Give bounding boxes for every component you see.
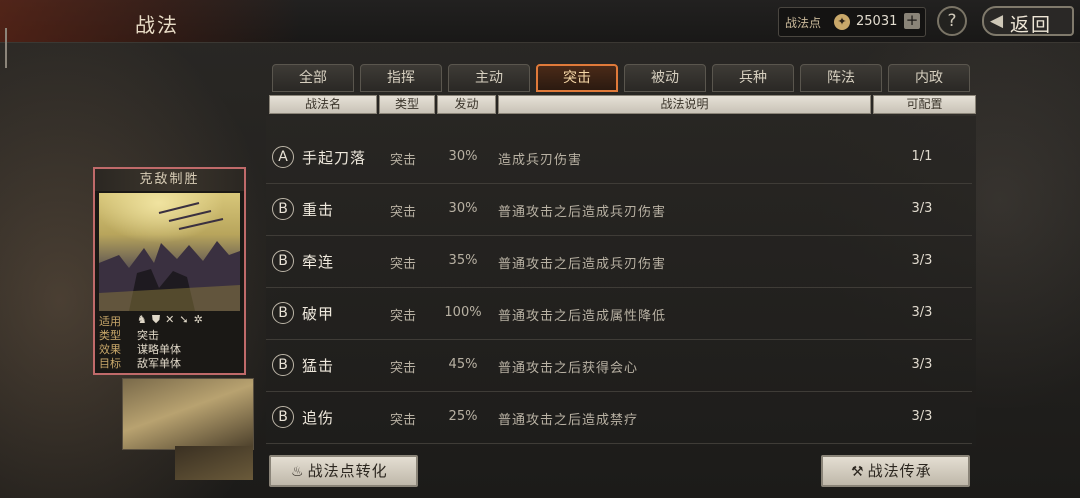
table-row[interactable]: B 追伤 突击 25% 普通攻击之后造成禁疗 3/3 bbox=[266, 393, 972, 444]
tab-active[interactable]: 主动 bbox=[448, 64, 530, 92]
column-header-trigger[interactable]: 发动 bbox=[437, 95, 496, 114]
skill-rate: 25% bbox=[448, 409, 478, 424]
card-stack-back-lower bbox=[175, 446, 253, 480]
tactic-points-label: 战法点 bbox=[785, 16, 822, 30]
side-scroll-indicator bbox=[5, 28, 7, 68]
skill-configurable: 3/3 bbox=[911, 201, 933, 216]
skill-description: 造成兵刃伤害 bbox=[498, 153, 583, 168]
skill-card-title: 克敌制胜 bbox=[95, 169, 244, 191]
spear-icon: ➘ bbox=[179, 313, 194, 326]
table-row[interactable]: B 猛击 突击 45% 普通攻击之后获得会心 3/3 bbox=[266, 341, 972, 392]
column-header-type[interactable]: 类型 bbox=[379, 95, 435, 114]
tactic-point-icon: ✦ bbox=[834, 14, 850, 30]
skill-rate: 30% bbox=[448, 149, 478, 164]
grade-badge: B bbox=[272, 198, 294, 220]
skill-type: 突击 bbox=[390, 361, 417, 376]
skill-name: 追伤 bbox=[302, 409, 335, 427]
skill-description: 普通攻击之后造成兵刃伤害 bbox=[498, 257, 667, 272]
skill-card-stats: 适用 ♞⛊✕➘✲ 类型 突击 效果 谋略单体 目标 敌军单体 bbox=[99, 313, 240, 371]
skill-rate: 35% bbox=[448, 253, 478, 268]
stat-row-type: 类型 突击 bbox=[99, 327, 240, 342]
skill-description: 普通攻击之后造成属性降低 bbox=[498, 309, 667, 324]
tactic-points-box: 战法点 ✦ 25031 + bbox=[778, 7, 926, 37]
skill-name: 破甲 bbox=[302, 305, 335, 323]
shield-icon: ⛊ bbox=[151, 313, 166, 326]
table-row[interactable]: B 重击 突击 30% 普通攻击之后造成兵刃伤害 3/3 bbox=[266, 185, 972, 236]
column-header-name[interactable]: 战法名 bbox=[269, 95, 377, 114]
skill-name: 手起刀落 bbox=[302, 149, 367, 167]
skill-type: 突击 bbox=[390, 257, 417, 272]
tab-formation[interactable]: 阵法 bbox=[800, 64, 882, 92]
convert-points-button[interactable]: ♨ 战法点转化 bbox=[269, 455, 418, 487]
tactic-points-value: 25031 bbox=[856, 14, 898, 29]
skill-configurable: 3/3 bbox=[911, 409, 933, 424]
skill-type: 突击 bbox=[390, 413, 417, 428]
tab-command[interactable]: 指挥 bbox=[360, 64, 442, 92]
grade-badge: B bbox=[272, 354, 294, 376]
tab-troop[interactable]: 兵种 bbox=[712, 64, 794, 92]
skill-name: 重击 bbox=[302, 201, 335, 219]
skill-card[interactable]: 克敌制胜 适用 ♞⛊✕➘✲ 类型 突击 效果 谋略单体 目标 敌军单体 bbox=[93, 167, 246, 375]
table-row[interactable]: A 手起刀落 突击 30% 造成兵刃伤害 1/1 bbox=[266, 133, 972, 184]
skill-name: 猛击 bbox=[302, 357, 335, 375]
stat-value: 敌军单体 bbox=[137, 357, 181, 370]
cavalry-icon: ♞ bbox=[137, 313, 152, 326]
skill-rate: 45% bbox=[448, 357, 478, 372]
skill-rate: 100% bbox=[444, 305, 482, 320]
skill-type: 突击 bbox=[390, 205, 417, 220]
skill-configurable: 3/3 bbox=[911, 253, 933, 268]
tab-all[interactable]: 全部 bbox=[272, 64, 354, 92]
skill-configurable: 3/3 bbox=[911, 357, 933, 372]
convert-points-label: 战法点转化 bbox=[307, 462, 388, 480]
back-button[interactable]: ◀ 返回 bbox=[982, 6, 1074, 36]
column-header-description[interactable]: 战法说明 bbox=[498, 95, 871, 114]
skill-description: 普通攻击之后获得会心 bbox=[498, 361, 639, 376]
tab-internal[interactable]: 内政 bbox=[888, 64, 970, 92]
skill-description: 普通攻击之后造成禁疗 bbox=[498, 413, 639, 428]
table-row[interactable]: B 牵连 突击 35% 普通攻击之后造成兵刃伤害 3/3 bbox=[266, 237, 972, 288]
bow-icon: ✕ bbox=[165, 313, 180, 326]
skill-rate: 30% bbox=[448, 201, 478, 216]
siege-icon: ✲ bbox=[193, 313, 208, 326]
hammer-icon: ⚒ bbox=[851, 464, 865, 480]
grade-badge: B bbox=[272, 302, 294, 324]
grade-badge: B bbox=[272, 250, 294, 272]
stat-row-target: 目标 敌军单体 bbox=[99, 355, 240, 370]
skill-type: 突击 bbox=[390, 153, 417, 168]
back-arrow-icon: ◀ bbox=[990, 11, 1004, 31]
stat-row-applicable: 适用 ♞⛊✕➘✲ bbox=[99, 313, 240, 328]
grade-badge: A bbox=[272, 146, 294, 168]
tab-passive[interactable]: 被动 bbox=[624, 64, 706, 92]
grade-badge: B bbox=[272, 406, 294, 428]
skill-configurable: 1/1 bbox=[911, 149, 933, 164]
skill-configurable: 3/3 bbox=[911, 305, 933, 320]
help-button[interactable]: ? bbox=[937, 6, 967, 36]
add-points-button[interactable]: + bbox=[904, 13, 920, 29]
inherit-skill-button[interactable]: ⚒ 战法传承 bbox=[821, 455, 970, 487]
card-stack-back bbox=[122, 378, 254, 450]
table-row[interactable]: B 破甲 突击 100% 普通攻击之后造成属性降低 3/3 bbox=[266, 289, 972, 340]
skill-description: 普通攻击之后造成兵刃伤害 bbox=[498, 205, 667, 220]
skill-card-artwork bbox=[99, 193, 240, 311]
inherit-skill-label: 战法传承 bbox=[867, 462, 932, 480]
skill-table: A 手起刀落 突击 30% 造成兵刃伤害 1/1 B 重击 突击 30% 普通攻… bbox=[266, 116, 976, 446]
troop-type-icons: ♞⛊✕➘✲ bbox=[137, 313, 208, 327]
skill-type: 突击 bbox=[390, 309, 417, 324]
category-tabs: 全部 指挥 主动 突击 被动 兵种 阵法 内政 bbox=[272, 64, 972, 94]
page-title: 战法 bbox=[135, 13, 179, 37]
title-banner: 战法 bbox=[0, 0, 300, 42]
stat-key: 目标 bbox=[99, 357, 121, 370]
skill-name: 牵连 bbox=[302, 253, 335, 271]
column-header-configurable[interactable]: 可配置 bbox=[873, 95, 976, 114]
top-bar: 战法 战法点 ✦ 25031 + ? ◀ 返回 bbox=[0, 0, 1080, 43]
flame-icon: ♨ bbox=[291, 464, 305, 480]
back-label: 返回 bbox=[1010, 14, 1053, 36]
tab-assault[interactable]: 突击 bbox=[536, 64, 618, 92]
stat-row-effect: 效果 谋略单体 bbox=[99, 341, 240, 356]
